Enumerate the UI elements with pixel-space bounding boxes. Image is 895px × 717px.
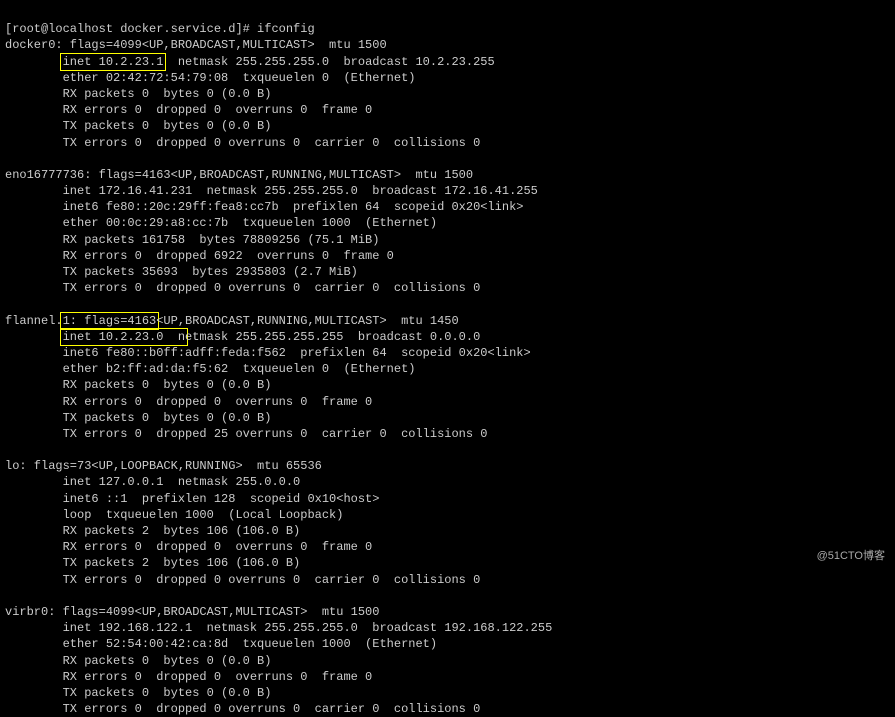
virbr0-ether: ether 52:54:00:42:ca:8d txqueuelen 1000 … <box>5 637 437 651</box>
flannel-header-suffix: <UP,BROADCAST,RUNNING,MULTICAST> mtu 145… <box>156 314 458 328</box>
lo-inet: inet 127.0.0.1 netmask 255.0.0.0 <box>5 475 300 489</box>
virbr0-inet: inet 192.168.122.1 netmask 255.255.255.0… <box>5 621 552 635</box>
eno-tx-errors: TX errors 0 dropped 0 overruns 0 carrier… <box>5 281 480 295</box>
docker0-tx-packets: TX packets 0 bytes 0 (0.0 B) <box>5 119 271 133</box>
eno-tx-packets: TX packets 35693 bytes 2935803 (2.7 MiB) <box>5 265 358 279</box>
flannel-inet-highlight: inet 10.2.23.0 n <box>60 328 188 346</box>
virbr0-rx-packets: RX packets 0 bytes 0 (0.0 B) <box>5 654 271 668</box>
docker0-ether: ether 02:42:72:54:79:08 txqueuelen 0 (Et… <box>5 71 415 85</box>
flannel-ether: ether b2:ff:ad:da:f5:62 txqueuelen 0 (Et… <box>5 362 415 376</box>
lo-rx-errors: RX errors 0 dropped 0 overruns 0 frame 0 <box>5 540 372 554</box>
eno-inet6: inet6 fe80::20c:29ff:fea8:cc7b prefixlen… <box>5 200 523 214</box>
lo-loop: loop txqueuelen 1000 (Local Loopback) <box>5 508 343 522</box>
flannel-tx-errors: TX errors 0 dropped 25 overruns 0 carrie… <box>5 427 487 441</box>
eno-ether: ether 00:0c:29:a8:cc:7b txqueuelen 1000 … <box>5 216 437 230</box>
docker0-header: docker0: flags=4099<UP,BROADCAST,MULTICA… <box>5 38 387 52</box>
flannel-header-prefix: flannel. <box>5 314 63 328</box>
eno-rx-errors: RX errors 0 dropped 6922 overruns 0 fram… <box>5 249 394 263</box>
docker0-rx-packets: RX packets 0 bytes 0 (0.0 B) <box>5 87 271 101</box>
flannel-rx-packets: RX packets 0 bytes 0 (0.0 B) <box>5 378 271 392</box>
eno-rx-packets: RX packets 161758 bytes 78809256 (75.1 M… <box>5 233 379 247</box>
virbr0-header: virbr0: flags=4099<UP,BROADCAST,MULTICAS… <box>5 605 379 619</box>
flannel-rx-errors: RX errors 0 dropped 0 overruns 0 frame 0 <box>5 395 372 409</box>
flannel-inet-rest: etmask 255.255.255.255 broadcast 0.0.0.0 <box>185 330 480 344</box>
terminal-output: [root@localhost docker.service.d]# ifcon… <box>5 5 890 717</box>
lo-rx-packets: RX packets 2 bytes 106 (106.0 B) <box>5 524 300 538</box>
lo-inet6: inet6 ::1 prefixlen 128 scopeid 0x10<hos… <box>5 492 379 506</box>
eno-inet: inet 172.16.41.231 netmask 255.255.255.0… <box>5 184 538 198</box>
eno-header: eno16777736: flags=4163<UP,BROADCAST,RUN… <box>5 168 473 182</box>
flannel-tx-packets: TX packets 0 bytes 0 (0.0 B) <box>5 411 271 425</box>
lo-tx-packets: TX packets 2 bytes 106 (106.0 B) <box>5 556 300 570</box>
virbr0-rx-errors: RX errors 0 dropped 0 overruns 0 frame 0 <box>5 670 372 684</box>
virbr0-tx-packets: TX packets 0 bytes 0 (0.0 B) <box>5 686 271 700</box>
docker0-tx-errors: TX errors 0 dropped 0 overruns 0 carrier… <box>5 136 480 150</box>
virbr0-tx-errors: TX errors 0 dropped 0 overruns 0 carrier… <box>5 702 480 716</box>
docker0-inet-rest: netmask 255.255.255.0 broadcast 10.2.23.… <box>163 55 494 69</box>
flannel-inet6: inet6 fe80::b0ff:adff:feda:f562 prefixle… <box>5 346 531 360</box>
lo-header: lo: flags=73<UP,LOOPBACK,RUNNING> mtu 65… <box>5 459 322 473</box>
watermark-label: @51CTO博客 <box>817 549 885 564</box>
docker0-rx-errors: RX errors 0 dropped 0 overruns 0 frame 0 <box>5 103 372 117</box>
shell-prompt: [root@localhost docker.service.d]# ifcon… <box>5 22 315 36</box>
docker0-inet-highlight: inet 10.2.23.1 <box>60 53 167 71</box>
lo-tx-errors: TX errors 0 dropped 0 overruns 0 carrier… <box>5 573 480 587</box>
